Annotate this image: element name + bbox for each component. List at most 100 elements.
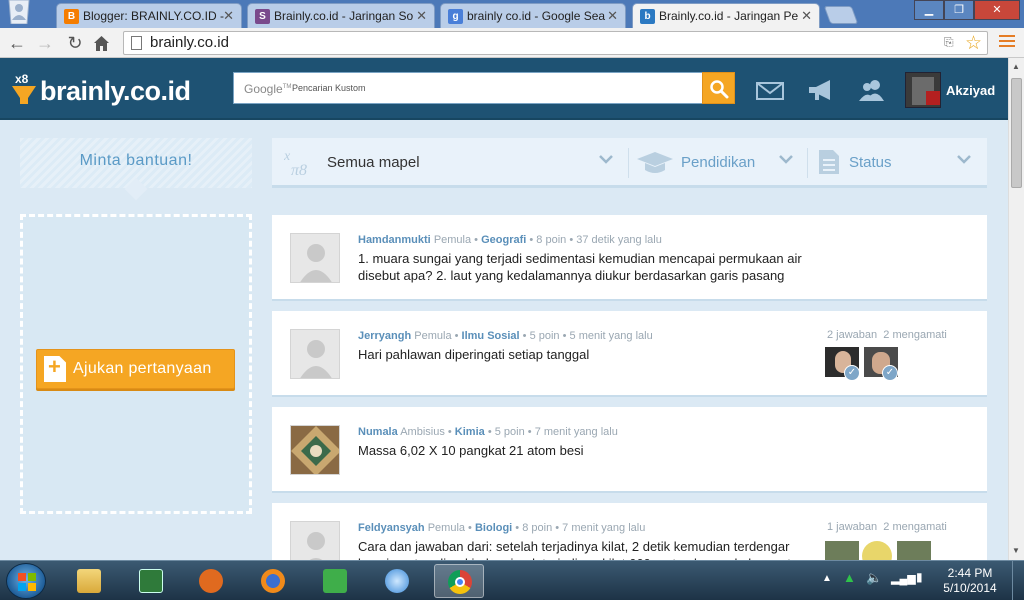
reload-button[interactable]: ↻ [64,32,86,54]
filter-subjects[interactable]: x π8 Semua mapel [272,138,627,185]
question-subject[interactable]: Ilmu Sosial [462,330,520,342]
minimize-button[interactable]: ▁ [914,0,944,20]
clock-date: 5/10/2014 [943,581,997,595]
taskbar-network-app[interactable] [372,564,422,598]
windows-taskbar: ▲ ▲ 🔈 ▂▄▆ ▮ 2:44 PM 5/10/2014 [0,560,1024,600]
translate-icon[interactable]: ⎘ [944,35,954,50]
filter-education[interactable]: Pendidikan [629,138,807,185]
filter-status[interactable]: Status [808,138,987,185]
svg-text:x: x [284,149,291,164]
filter-subjects-label: Semua mapel [327,154,420,171]
blogger-icon: B [64,9,79,24]
graduation-cap-icon [637,152,673,173]
question-author[interactable]: Numala [358,426,398,438]
logo-text: brainly.co.id [40,76,191,106]
maximize-button[interactable]: ❐ [944,0,974,20]
close-icon[interactable]: ✕ [416,8,427,24]
brainly-icon: S [255,9,270,24]
tab-brainly-social[interactable]: S Brainly.co.id - Jaringan So ✕ [247,3,435,28]
brainly-logo-icon: x8 [12,72,36,104]
question-subject[interactable]: Biologi [475,522,512,534]
tray-app-icon[interactable]: ▲ [843,570,856,585]
question-card[interactable]: Jerryangh Pemula • Ilmu Sosial • 5 poin … [272,311,987,397]
close-icon[interactable]: ✕ [223,8,234,24]
browser-tab-strip: B Blogger: BRAINLY.CO.ID - ✕ S Brainly.c… [0,0,1024,29]
svg-text:x8: x8 [15,72,29,86]
user-avatar[interactable] [290,425,340,475]
filter-education-label: Pendidikan [681,154,756,171]
start-button[interactable] [6,563,46,599]
profile-icon[interactable] [6,0,32,24]
question-subject[interactable]: Kimia [455,426,485,438]
tab-brainly-active[interactable]: b Brainly.co.id - Jaringan Pe ✕ [632,3,820,29]
chevron-down-icon [599,155,613,164]
chevron-down-icon [957,155,971,164]
tab-google-search[interactable]: g brainly co.id - Google Sea ✕ [440,3,626,28]
clock-time: 2:44 PM [947,566,993,580]
taskbar-file-explorer[interactable] [64,564,114,598]
question-text[interactable]: Hari pahlawan diperingati setiap tanggal [358,346,818,363]
verified-check-icon: ✓ [844,365,860,381]
taskbar-firefox[interactable] [248,564,298,598]
close-window-button[interactable]: ✕ [974,0,1020,20]
tab-blogger[interactable]: B Blogger: BRAINLY.CO.ID - ✕ [56,3,242,28]
messages-icon[interactable] [755,78,785,102]
search-placeholder: Pencarian Kustom [292,83,366,93]
document-icon [819,150,839,174]
search-button[interactable] [702,72,735,104]
chrome-menu-icon[interactable] [999,35,1015,49]
help-banner: Minta bantuan! [20,138,252,201]
solitaire-icon [139,569,163,593]
media-player-icon [199,569,223,593]
answer-stats: 1 jawaban 2 mengamati [827,521,947,533]
taskbar-clock[interactable]: 2:44 PM 5/10/2014 [940,566,1000,596]
taskbar-hao123[interactable] [310,564,360,598]
new-tab-button[interactable] [823,6,859,24]
question-text[interactable]: 1. muara sungai yang terjadi sedimentasi… [358,250,808,284]
user-avatar[interactable] [290,329,340,379]
close-icon[interactable]: ✕ [607,8,618,24]
question-author[interactable]: Hamdanmukti [358,234,431,246]
scroll-up-icon[interactable]: ▲ [1012,62,1020,71]
user-avatar[interactable] [290,233,340,283]
notifications-megaphone-icon[interactable] [806,78,836,102]
question-meta: Hamdanmukti Pemula • Geografi • 8 poin •… [358,234,662,246]
scrollbar-thumb[interactable] [1011,78,1022,188]
question-author[interactable]: Jerryangh [358,330,411,342]
site-header: x8 brainly.co.id GoogleTM Pencarian Kust… [0,58,1008,120]
taskbar-chrome[interactable] [434,564,484,598]
file-explorer-icon [77,569,101,593]
page-icon [131,36,142,50]
question-subject[interactable]: Geografi [481,234,526,246]
search-input[interactable]: GoogleTM Pencarian Kustom [233,72,703,104]
bookmark-star-icon[interactable]: ☆ [965,32,982,55]
taskbar-solitaire[interactable] [126,564,176,598]
back-button[interactable]: ← [6,32,28,54]
ask-question-button[interactable]: Ajukan pertanyaan [36,349,235,389]
verified-check-icon: ✓ [882,365,898,381]
question-meta: Feldyansyah Pemula • Biologi • 8 poin • … [358,522,646,534]
show-desktop-button[interactable] [1012,561,1024,600]
user-avatar[interactable] [905,72,941,108]
question-card[interactable]: Feldyansyah Pemula • Biologi • 8 poin • … [272,503,987,571]
question-card[interactable]: Hamdanmukti Pemula • Geografi • 8 poin •… [272,215,987,301]
battery-icon[interactable]: ▮ [916,570,923,584]
taskbar-media-player[interactable] [186,564,236,598]
page-scrollbar[interactable]: ▲ ▼ [1008,58,1024,560]
windows-logo-icon [18,573,36,591]
network-signal-icon[interactable]: ▂▄▆ [891,572,916,585]
scroll-down-icon[interactable]: ▼ [1012,546,1020,555]
close-icon[interactable]: ✕ [801,8,812,24]
question-author[interactable]: Feldyansyah [358,522,425,534]
forward-button[interactable]: → [34,32,56,54]
home-icon[interactable] [93,35,110,52]
address-bar[interactable]: brainly.co.id ⎘ ☆ [123,31,988,55]
username[interactable]: Akziyad [946,83,995,98]
volume-icon[interactable]: 🔈 [866,570,882,586]
question-card[interactable]: Numala Ambisius • Kimia • 5 poin • 7 men… [272,407,987,493]
tray-expand-icon[interactable]: ▲ [822,573,832,584]
question-text[interactable]: Massa 6,02 X 10 pangkat 21 atom besi [358,442,818,459]
answer-stats: 2 jawaban 2 mengamati [827,329,947,341]
browser-toolbar: ← → ↻ brainly.co.id ⎘ ☆ [0,28,1024,58]
friends-icon[interactable] [857,78,887,102]
